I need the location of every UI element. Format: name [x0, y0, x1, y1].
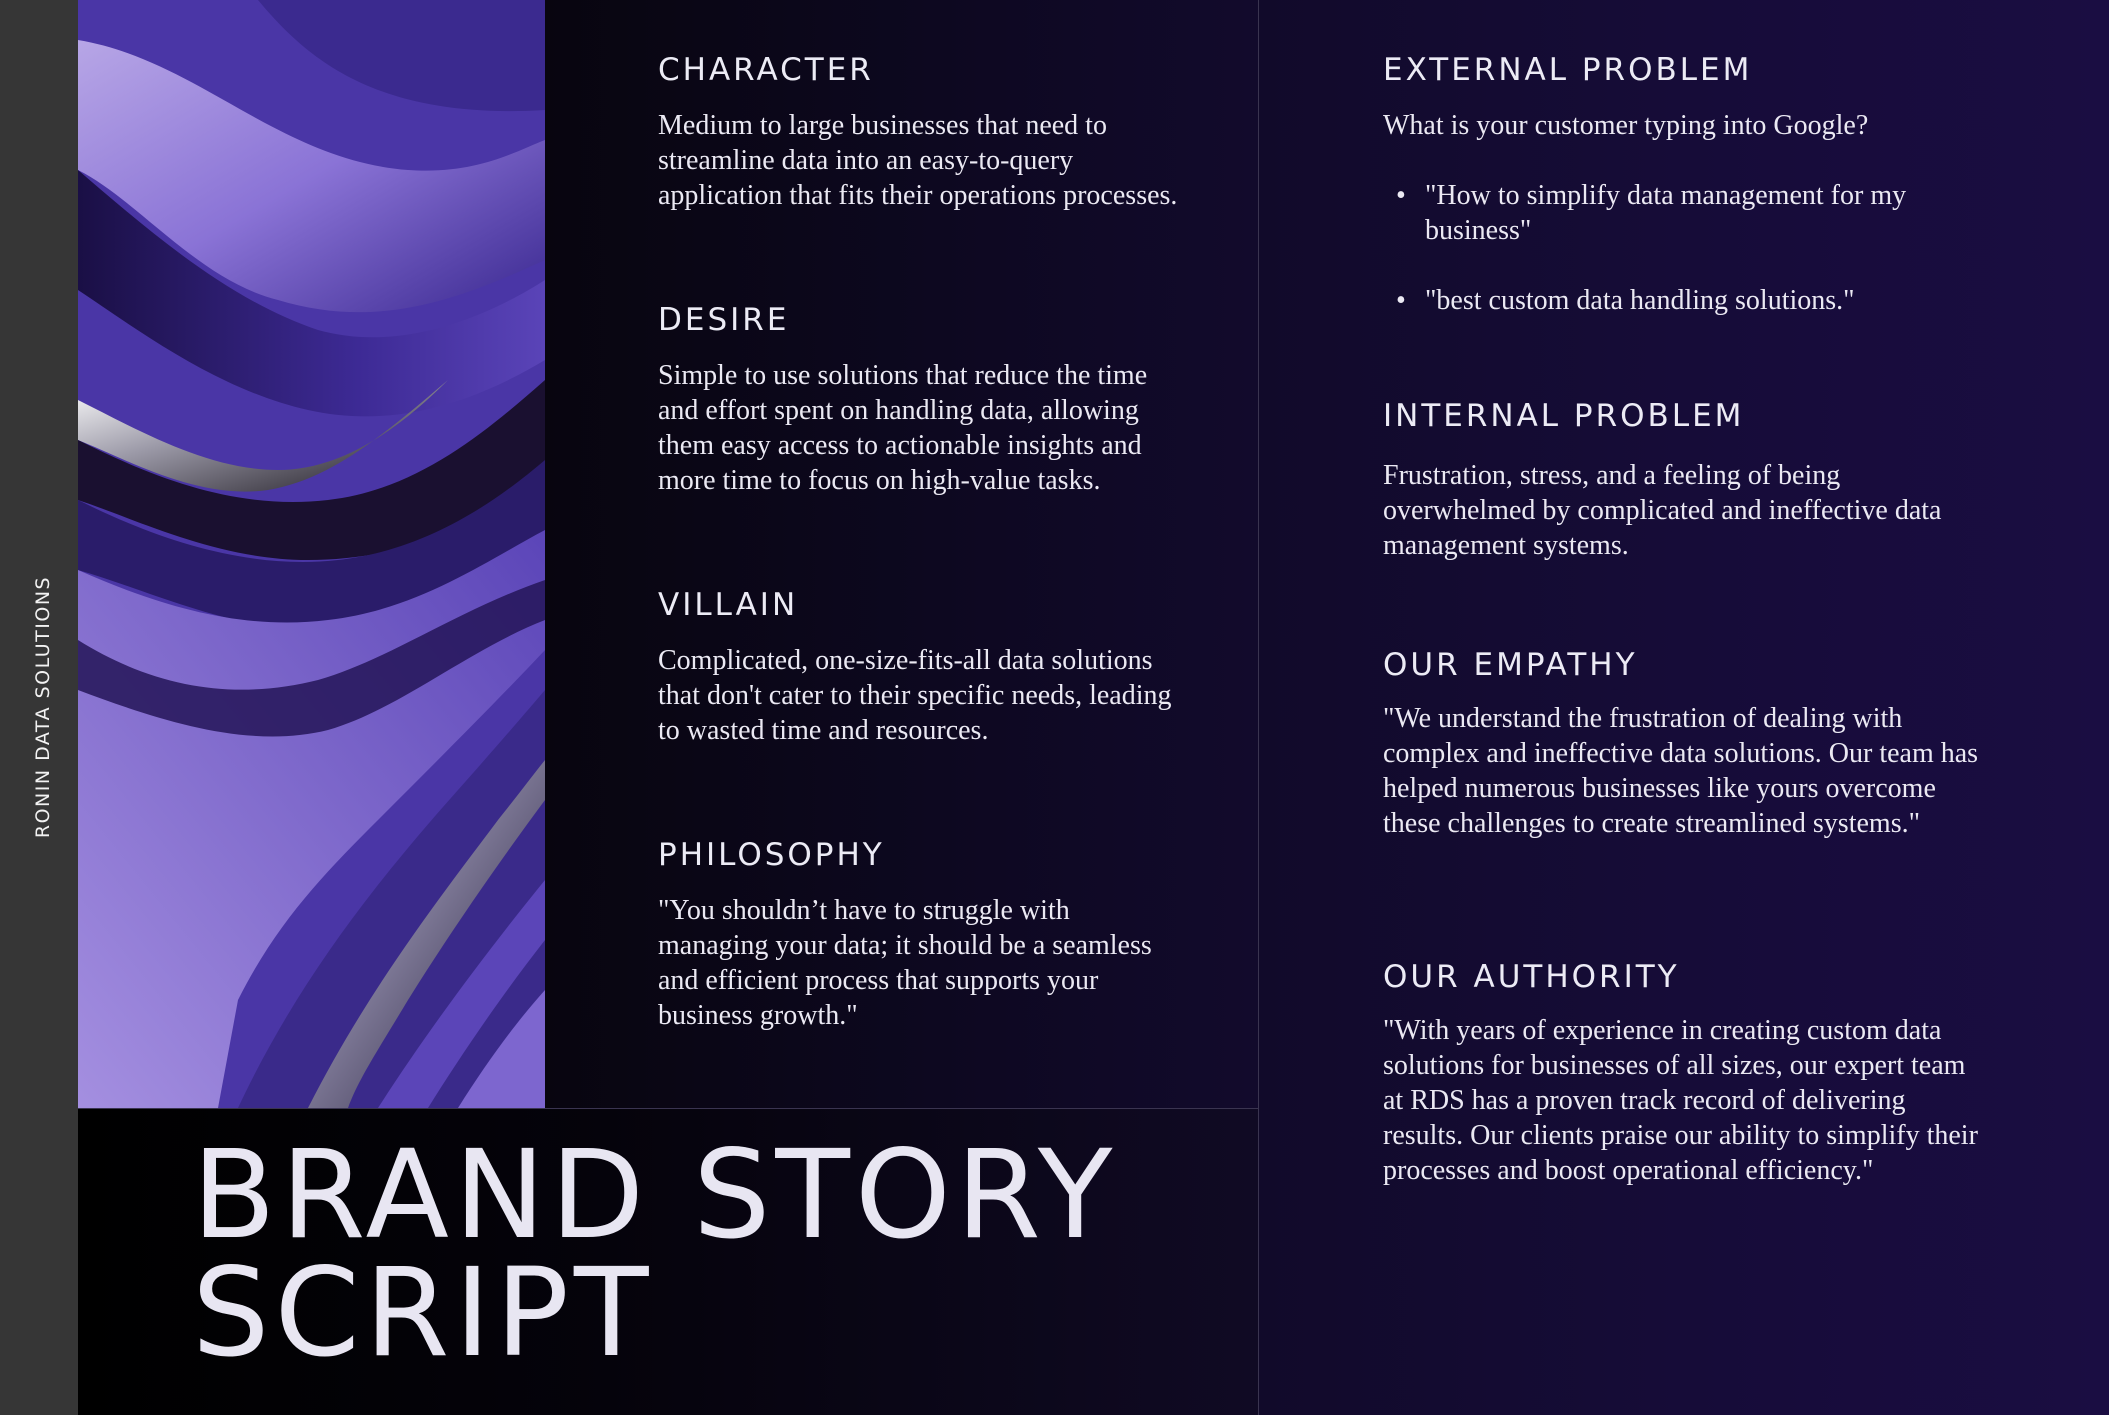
page-title: BRAND STORY SCRIPT: [192, 1124, 1118, 1384]
company-sidebar: RONIN DATA SOLUTIONS: [0, 0, 78, 1415]
section-heading: PHILOSOPHY: [658, 837, 885, 873]
bullet-icon: •: [1396, 285, 1406, 316]
section-desire: DESIRE Simple to use solutions that redu…: [658, 302, 1178, 498]
company-name: RONIN DATA SOLUTIONS: [32, 575, 54, 839]
section-body: "With years of experience in creating cu…: [1383, 1015, 1978, 1186]
vertical-divider: [1258, 0, 1259, 1415]
brand-story-page: RONIN DATA SOLUTIONS BRAND STORY SCRIPT …: [0, 0, 2109, 1415]
section-our-authority: OUR AUTHORITY "With years of experience …: [1383, 959, 1983, 1188]
section-body: Frustration, stress, and a feeling of be…: [1383, 460, 1942, 561]
section-internal-problem: INTERNAL PROBLEM Frustration, stress, an…: [1383, 398, 1963, 563]
page-title-line-2: SCRIPT: [192, 1242, 654, 1384]
section-body: "We understand the frustration of dealin…: [1383, 703, 1979, 839]
section-villain: VILLAIN Complicated, one-size-fits-all d…: [658, 587, 1178, 748]
page-title-line-1: BRAND STORY: [192, 1124, 1118, 1266]
section-heading: OUR EMPATHY: [1383, 647, 1638, 683]
section-heading: OUR AUTHORITY: [1383, 959, 1680, 995]
section-character: CHARACTER Medium to large businesses tha…: [658, 52, 1178, 213]
section-external-problem: EXTERNAL PROBLEM What is your customer t…: [1383, 52, 1983, 318]
search-queries-list: • "How to simplify data management for m…: [1383, 178, 1943, 318]
section-heading: EXTERNAL PROBLEM: [1383, 52, 1753, 88]
section-heading: CHARACTER: [658, 52, 874, 88]
section-heading: VILLAIN: [658, 587, 799, 623]
section-heading: DESIRE: [658, 302, 790, 338]
section-body: "You shouldn’t have to struggle with man…: [658, 895, 1152, 1031]
list-item: • "best custom data handling solutions.": [1383, 283, 1943, 318]
list-item-text: "best custom data handling solutions.": [1425, 285, 1855, 316]
section-intro: What is your customer typing into Google…: [1383, 110, 1869, 141]
section-body: Complicated, one-size-fits-all data solu…: [658, 645, 1172, 746]
bullet-icon: •: [1396, 180, 1406, 211]
section-body: Simple to use solutions that reduce the …: [658, 360, 1148, 496]
list-item-text: "How to simplify data management for my …: [1425, 180, 1907, 246]
section-our-empathy: OUR EMPATHY "We understand the frustrati…: [1383, 647, 1983, 841]
section-heading: INTERNAL PROBLEM: [1383, 398, 1745, 434]
section-philosophy: PHILOSOPHY "You shouldn’t have to strugg…: [658, 837, 1178, 1033]
abstract-waves-image: [78, 0, 545, 1108]
list-item: • "How to simplify data management for m…: [1383, 178, 1943, 248]
section-body: Medium to large businesses that need to …: [658, 110, 1178, 211]
